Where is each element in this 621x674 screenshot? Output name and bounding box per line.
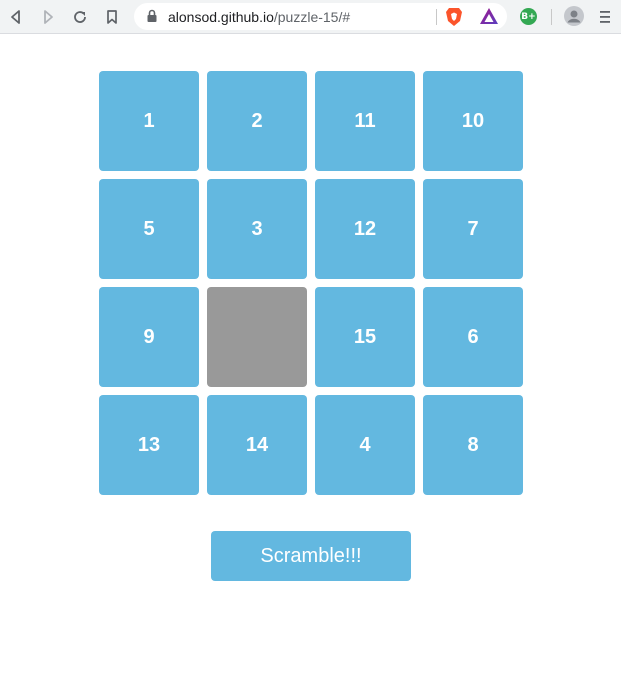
puzzle-tile[interactable]: 11 [315,71,415,171]
puzzle-tile[interactable]: 5 [99,179,199,279]
puzzle-tile[interactable]: 9 [99,287,199,387]
brave-shield-icon[interactable] [445,7,463,32]
puzzle-tile[interactable]: 2 [207,71,307,171]
scramble-button[interactable]: Scramble!!! [211,531,411,581]
puzzle-tile[interactable]: 3 [207,179,307,279]
puzzle-board: 1 2 11 10 5 3 12 7 9 15 6 13 14 4 8 [99,71,523,495]
lock-icon [146,9,158,28]
extension-badge-icon[interactable]: B+ [520,8,537,25]
address-bar[interactable]: alonsod.github.io/puzzle-15/# [134,3,507,30]
bookmark-icon[interactable] [100,5,124,29]
puzzle-tile[interactable]: 13 [99,395,199,495]
reload-icon[interactable] [68,5,92,29]
puzzle-tile[interactable]: 7 [423,179,523,279]
puzzle-tile[interactable]: 15 [315,287,415,387]
puzzle-tile[interactable]: 14 [207,395,307,495]
empty-slot [207,287,307,387]
omnibox-divider [436,9,437,25]
browser-toolbar: alonsod.github.io/puzzle-15/# B+ [0,0,621,34]
toolbar-divider [551,9,552,25]
puzzle-tile[interactable]: 6 [423,287,523,387]
forward-arrow-icon[interactable] [36,5,60,29]
profile-avatar-icon[interactable] [564,6,584,31]
url-text: alonsod.github.io/puzzle-15/# [168,9,350,25]
hamburger-menu-icon[interactable] [600,10,610,29]
puzzle-tile[interactable]: 1 [99,71,199,171]
puzzle-tile[interactable]: 4 [315,395,415,495]
puzzle-tile[interactable]: 10 [423,71,523,171]
puzzle-tile[interactable]: 12 [315,179,415,279]
url-path: /puzzle-15/# [273,9,351,25]
back-arrow-icon[interactable] [4,5,28,29]
puzzle-tile[interactable]: 8 [423,395,523,495]
brave-rewards-icon[interactable] [479,7,499,30]
url-host: alonsod.github.io [168,9,274,25]
